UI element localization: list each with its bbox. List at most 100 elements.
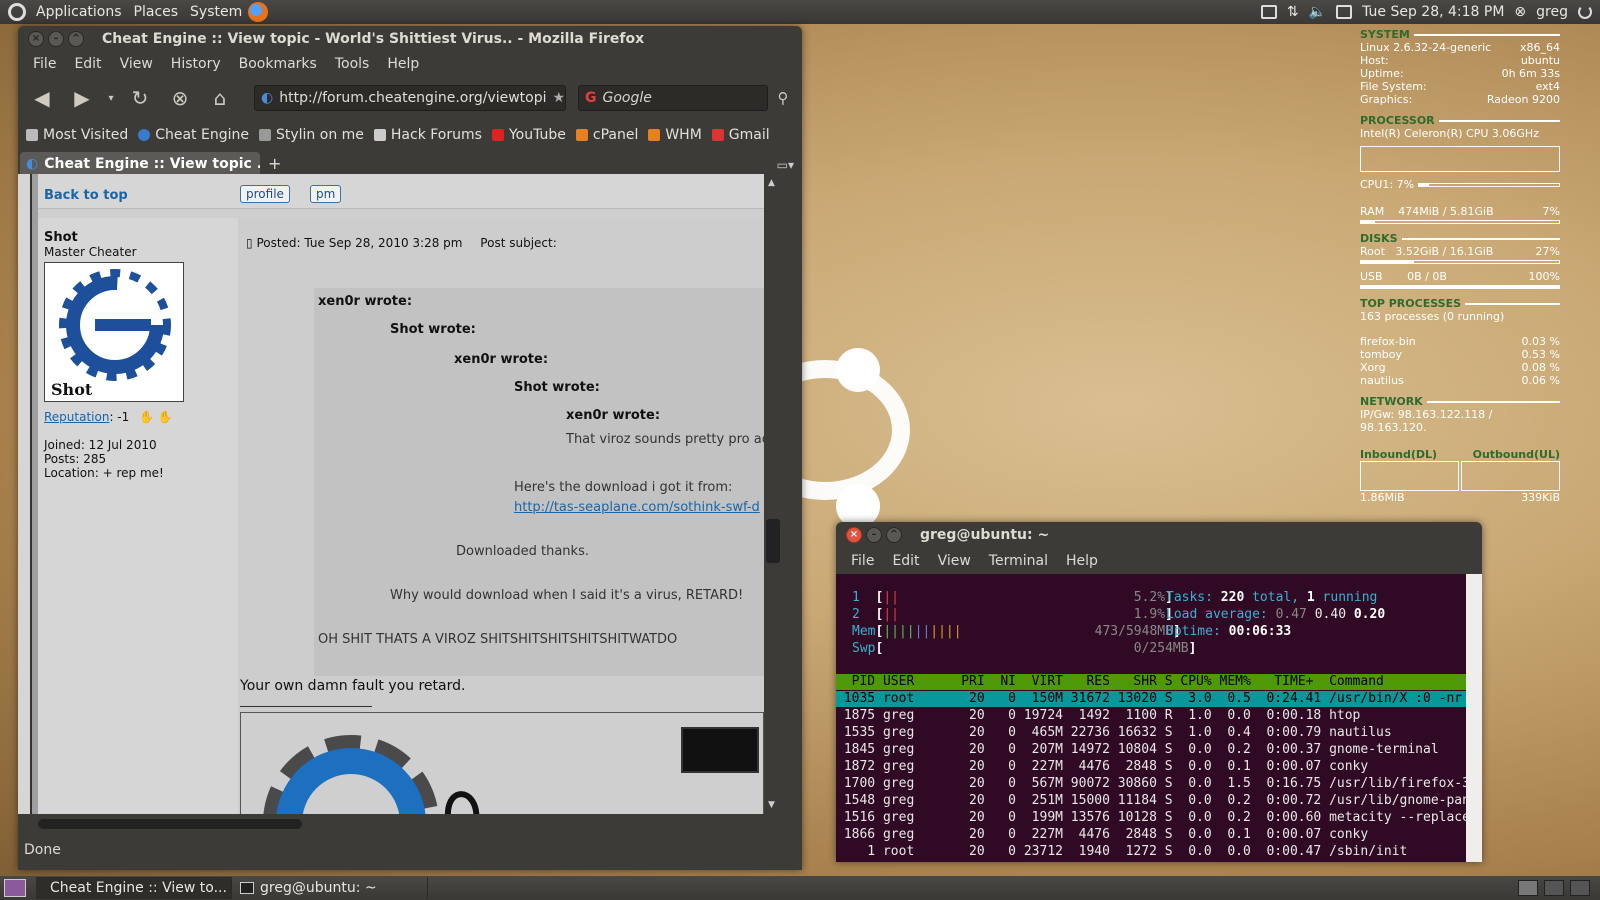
- scroll-up-icon[interactable]: ▲: [768, 178, 775, 188]
- terminal-scrollbar[interactable]: [1466, 574, 1482, 862]
- process-row[interactable]: 1 root 20 0 23712 1940 1272 S 0.0 0.0 0:…: [836, 844, 1466, 860]
- conky-top-header: TOP PROCESSES: [1360, 297, 1560, 310]
- maximize-button[interactable]: ^: [886, 527, 902, 543]
- minimize-button[interactable]: –: [48, 31, 64, 47]
- scroll-thumb[interactable]: [766, 519, 780, 563]
- htop-output[interactable]: 1 [|| 5.2%] 2 [|| 1.9%] Mem[|||||||||| 4…: [836, 574, 1470, 862]
- usb-pct: 100%: [1528, 270, 1560, 283]
- power-icon[interactable]: [1578, 5, 1592, 19]
- process-row[interactable]: 1845 greg 20 0 207M 14972 10804 S 0.0 0.…: [836, 742, 1466, 758]
- firefox-menubar: File Edit View History Bookmarks Tools H…: [18, 52, 802, 76]
- process-row[interactable]: 1700 greg 20 0 567M 90072 30860 S 0.0 1.…: [836, 776, 1470, 792]
- bookmark-cheat-engine[interactable]: Cheat Engine: [138, 127, 249, 143]
- terminal-titlebar[interactable]: × – ^ greg@ubuntu: ~: [836, 522, 1482, 548]
- places-menu[interactable]: Places: [128, 4, 185, 20]
- taskbar-item-terminal[interactable]: greg@ubuntu: ~: [232, 877, 428, 899]
- process-row[interactable]: 1535 greg 20 0 465M 22736 16632 S 1.0 0.…: [836, 725, 1466, 741]
- ip-address: IP/Gw: 98.163.122.118 / 98.163.120.: [1360, 408, 1493, 434]
- process-row[interactable]: 1875 greg 20 0 19724 1492 1100 R 1.0 0.0…: [836, 708, 1466, 724]
- firefox-launcher-icon[interactable]: [248, 2, 269, 22]
- vertical-scrollbar[interactable]: ▲ ▼: [764, 174, 782, 814]
- minimize-button[interactable]: –: [866, 527, 882, 543]
- menu-file[interactable]: File: [26, 56, 63, 72]
- maximize-button[interactable]: ^: [68, 31, 84, 47]
- process-row-selected[interactable]: 1035 root 20 0 150M 31672 13020 S 3.0 0.…: [836, 691, 1466, 707]
- scroll-down-icon[interactable]: ▼: [768, 800, 775, 810]
- stop-button[interactable]: ⊗: [162, 82, 198, 114]
- back-button[interactable]: ◀: [24, 82, 60, 114]
- workspace-2[interactable]: [1544, 880, 1564, 896]
- close-button[interactable]: ×: [28, 31, 44, 47]
- root-bar: [1360, 260, 1560, 264]
- horizontal-scrollbar[interactable]: [18, 814, 782, 834]
- menu-bookmarks[interactable]: Bookmarks: [232, 56, 324, 72]
- poster-username[interactable]: Shot: [44, 230, 204, 245]
- forward-button[interactable]: ▶: [64, 82, 100, 114]
- ubuntu-logo-icon[interactable]: [8, 3, 26, 21]
- inbound-graph: [1360, 461, 1459, 491]
- conky-processor-header: PROCESSOR: [1360, 114, 1560, 127]
- volume-icon[interactable]: 🔈: [1309, 4, 1326, 20]
- workspace-1[interactable]: [1518, 880, 1538, 896]
- menu-view[interactable]: View: [931, 553, 978, 569]
- bookmark-cpanel[interactable]: cPanel: [575, 127, 638, 143]
- history-dropdown-icon[interactable]: ▾: [104, 82, 118, 114]
- search-icon[interactable]: ⚲: [772, 82, 794, 114]
- bookmark-star-icon[interactable]: ★: [553, 90, 565, 106]
- system-menu[interactable]: System: [184, 4, 248, 20]
- tab-cheat-engine[interactable]: ◐ Cheat Engine :: View topic ...: [20, 152, 260, 176]
- notes-icon[interactable]: [1260, 5, 1277, 19]
- bookmark-hack-forums[interactable]: Hack Forums: [373, 127, 482, 143]
- network-icon[interactable]: ⇅: [1287, 4, 1299, 20]
- menu-history[interactable]: History: [164, 56, 228, 72]
- process-table-header[interactable]: PID USER PRI NI VIRT RES SHR S CPU% MEM%…: [836, 674, 1466, 690]
- home-button[interactable]: ⌂: [202, 82, 238, 114]
- bookmark-whm[interactable]: WHM: [648, 127, 702, 143]
- firefox-titlebar[interactable]: × – ^ Cheat Engine :: View topic - World…: [18, 26, 802, 52]
- menu-view[interactable]: View: [113, 56, 160, 72]
- back-to-top-link[interactable]: Back to top: [44, 188, 128, 203]
- google-icon[interactable]: G: [585, 90, 597, 106]
- process-row[interactable]: 1866 greg 20 0 227M 4476 2848 S 0.0 0.1 …: [836, 827, 1466, 843]
- avatar-signature: Shot: [51, 380, 93, 399]
- search-bar[interactable]: G Google: [578, 85, 768, 111]
- folder-icon: [26, 129, 38, 141]
- profile-button[interactable]: profile: [240, 185, 290, 203]
- trash-icon[interactable]: [1570, 880, 1590, 896]
- gmail-icon: [711, 129, 724, 141]
- mail-icon[interactable]: [1336, 5, 1353, 19]
- new-tab-button[interactable]: +: [260, 154, 289, 176]
- menu-edit[interactable]: Edit: [885, 553, 926, 569]
- menu-file[interactable]: File: [844, 553, 881, 569]
- workspace-switcher[interactable]: [1518, 880, 1600, 896]
- search-placeholder: Google: [602, 90, 652, 106]
- reload-button[interactable]: ↻: [122, 82, 158, 114]
- show-desktop-icon[interactable]: [4, 879, 26, 897]
- url-bar[interactable]: ◐ http://forum.cheatengine.org/viewtopi …: [254, 85, 566, 111]
- menu-help[interactable]: Help: [1059, 553, 1105, 569]
- user-menu[interactable]: greg: [1536, 4, 1568, 20]
- quote-text: Why would download when I said it's a vi…: [390, 588, 744, 603]
- thumbs-down-icon[interactable]: ✋: [158, 410, 173, 424]
- close-button[interactable]: ×: [846, 527, 862, 543]
- bookmark-most-visited[interactable]: Most Visited: [26, 127, 128, 143]
- taskbar-item-firefox[interactable]: Cheat Engine :: View to...: [36, 877, 232, 899]
- bookmark-youtube[interactable]: YouTube: [491, 127, 566, 143]
- process-row[interactable]: 1872 greg 20 0 227M 4476 2848 S 0.0 0.1 …: [836, 759, 1466, 775]
- menu-edit[interactable]: Edit: [67, 56, 108, 72]
- bookmark-gmail[interactable]: Gmail: [711, 127, 770, 143]
- download-link[interactable]: http://tas-seaplane.com/sothink-swf-d: [514, 500, 760, 515]
- thumbs-up-icon[interactable]: ✋: [139, 410, 154, 424]
- reputation-link[interactable]: Reputation: [44, 410, 109, 424]
- menu-help[interactable]: Help: [380, 56, 426, 72]
- hscroll-thumb[interactable]: [38, 819, 302, 829]
- process-row[interactable]: 1516 greg 20 0 199M 13576 10128 S 0.0 0.…: [836, 810, 1470, 826]
- bookmark-stylin-on-me[interactable]: Stylin on me: [258, 127, 364, 143]
- quote-text: That viroz sounds pretty pro actu: [566, 432, 782, 447]
- pm-button[interactable]: pm: [310, 185, 342, 203]
- process-row[interactable]: 1548 greg 20 0 251M 15000 11184 S 0.0 0.…: [836, 793, 1470, 809]
- clock[interactable]: Tue Sep 28, 4:18 PM: [1362, 4, 1504, 20]
- menu-terminal[interactable]: Terminal: [982, 553, 1055, 569]
- applications-menu[interactable]: Applications: [30, 4, 128, 20]
- menu-tools[interactable]: Tools: [328, 56, 377, 72]
